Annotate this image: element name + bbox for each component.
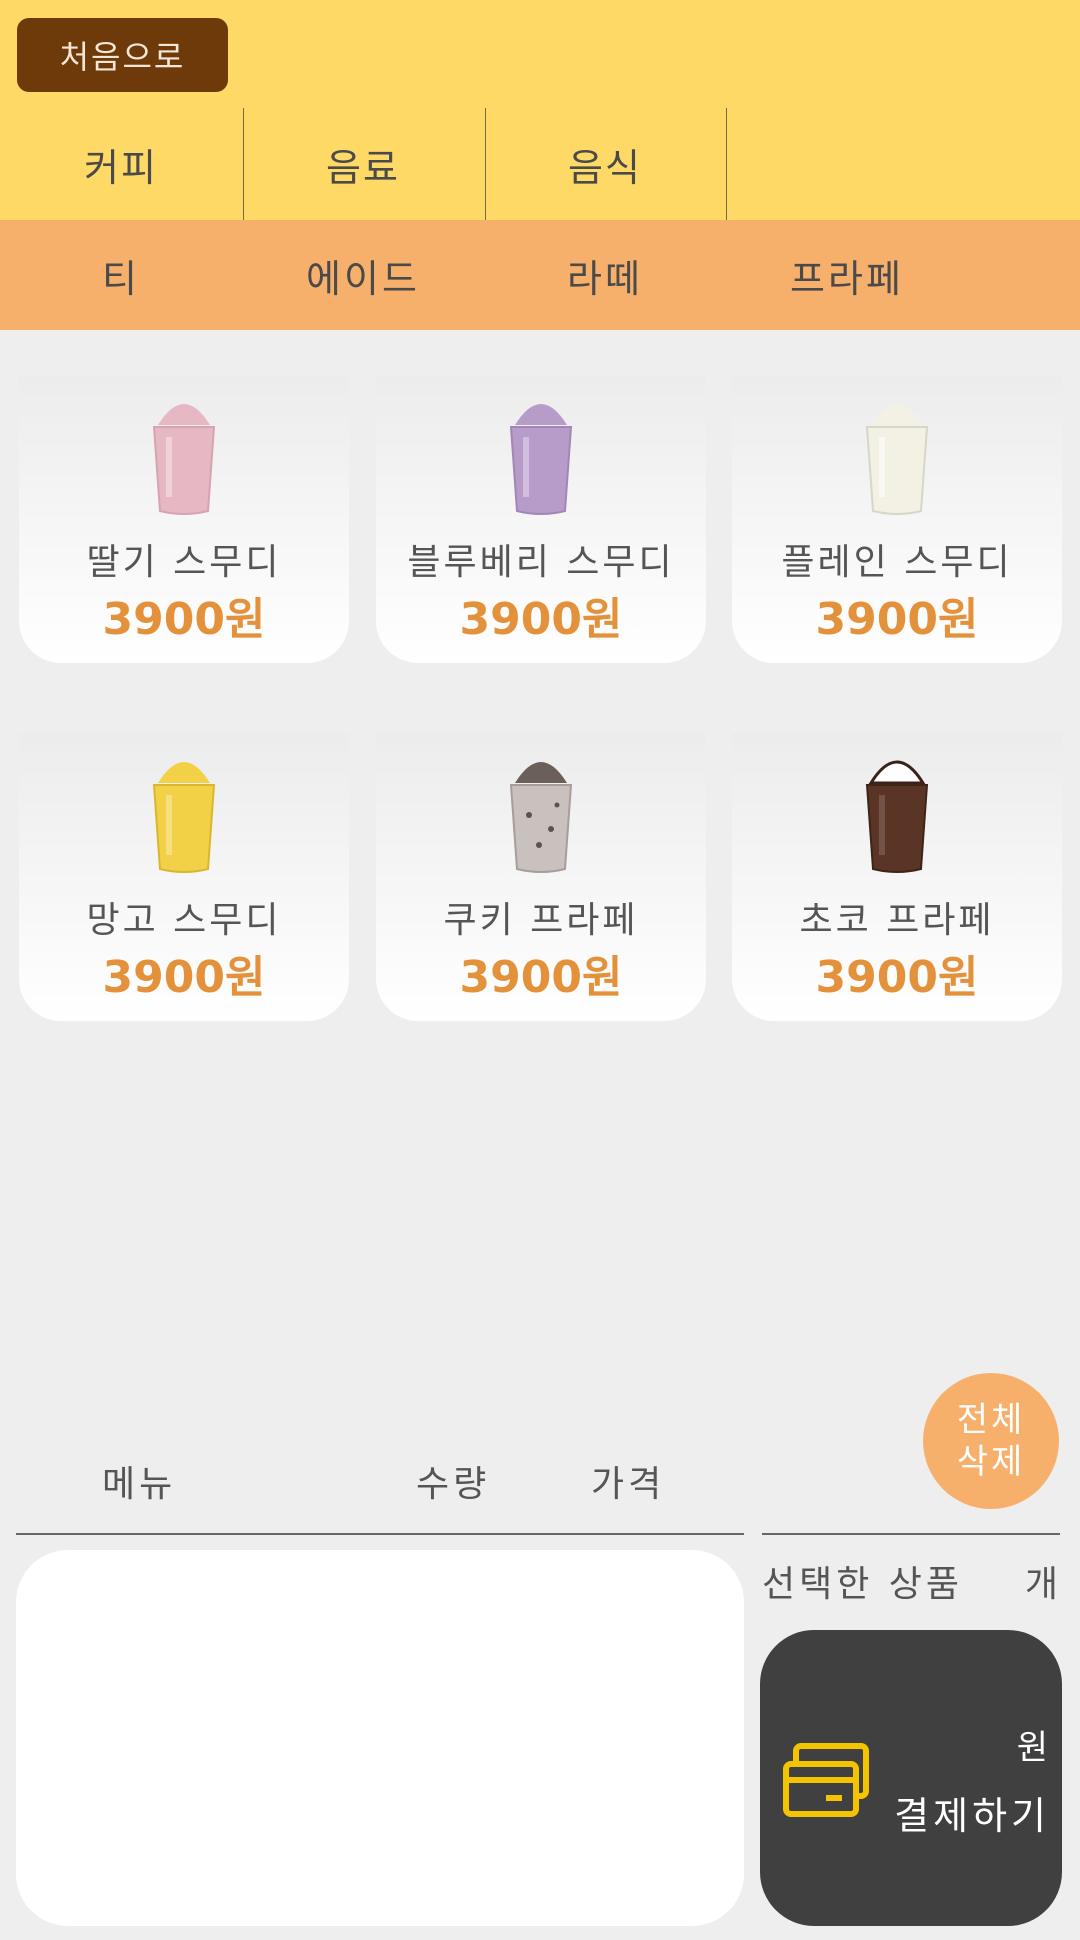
cart-col-menu: 메뉴 bbox=[102, 1464, 177, 1505]
sub-category-tabs: 티 에이드 라떼 프라페 bbox=[0, 220, 1080, 330]
product-card-strawberry-smoothie[interactable]: 딸기 스무디 3900원 bbox=[19, 375, 349, 663]
product-price: 3900원 bbox=[102, 594, 266, 645]
product-card-choco-frappe[interactable]: 초코 프라페 3900원 bbox=[732, 733, 1062, 1021]
cart-item-list[interactable] bbox=[16, 1550, 744, 1926]
pay-button[interactable]: 원 결제하기 bbox=[760, 1630, 1062, 1926]
selected-count: 선택한 상품 개 bbox=[762, 1555, 1062, 1605]
cart-col-quantity: 수량 bbox=[416, 1464, 491, 1505]
pay-total-unit: 원 bbox=[1016, 1728, 1050, 1768]
tab-food[interactable]: 음식 bbox=[484, 108, 726, 220]
plain-smoothie-image bbox=[865, 404, 929, 515]
tab-divider bbox=[485, 108, 486, 220]
blueberry-smoothie-image bbox=[509, 404, 573, 515]
tab-beverage[interactable]: 음료 bbox=[242, 108, 484, 220]
subtab-latte[interactable]: 라떼 bbox=[484, 220, 726, 330]
cart-header: 메뉴 수량 가격 bbox=[16, 1455, 744, 1535]
subtab-tea[interactable]: 티 bbox=[0, 220, 242, 330]
product-card-blueberry-smoothie[interactable]: 블루베리 스무디 3900원 bbox=[376, 375, 706, 663]
choco-frappe-image bbox=[865, 760, 929, 873]
top-bar: 처음으로 커피 음료 음식 bbox=[0, 0, 1080, 220]
tab-divider bbox=[243, 108, 244, 220]
product-card-cookie-frappe[interactable]: 쿠키 프라페 3900원 bbox=[376, 733, 706, 1021]
product-price: 3900원 bbox=[459, 952, 623, 1003]
selected-count-label: 선택한 상품 bbox=[762, 1564, 964, 1605]
home-button[interactable]: 처음으로 bbox=[17, 18, 228, 92]
product-card-mango-smoothie[interactable]: 망고 스무디 3900원 bbox=[19, 733, 349, 1021]
subtab-ade[interactable]: 에이드 bbox=[242, 220, 484, 330]
credit-card-icon bbox=[783, 1743, 869, 1817]
selected-count-unit: 개 bbox=[1024, 1564, 1062, 1605]
cart-col-price: 가격 bbox=[591, 1464, 666, 1505]
product-card-plain-smoothie[interactable]: 플레인 스무디 3900원 bbox=[732, 375, 1062, 663]
product-name: 망고 스무디 bbox=[86, 900, 282, 941]
product-name: 플레인 스무디 bbox=[781, 542, 1013, 583]
product-price: 3900원 bbox=[102, 952, 266, 1003]
product-price: 3900원 bbox=[815, 594, 979, 645]
strawberry-smoothie-image bbox=[152, 404, 216, 515]
cart-header-divider bbox=[16, 1533, 744, 1535]
product-name: 초코 프라페 bbox=[799, 900, 995, 941]
tab-divider bbox=[726, 108, 727, 220]
product-price: 3900원 bbox=[459, 594, 623, 645]
tab-coffee[interactable]: 커피 bbox=[0, 108, 242, 220]
main-category-tabs: 커피 음료 음식 bbox=[0, 108, 1080, 220]
product-name: 블루베리 스무디 bbox=[407, 542, 675, 583]
summary-divider bbox=[762, 1533, 1060, 1535]
pay-button-label: 결제하기 bbox=[894, 1794, 1050, 1838]
mango-smoothie-image bbox=[152, 762, 216, 873]
product-price: 3900원 bbox=[815, 952, 979, 1003]
product-name: 딸기 스무디 bbox=[86, 542, 282, 583]
cookie-frappe-image bbox=[509, 762, 573, 873]
subtab-frappe[interactable]: 프라페 bbox=[726, 220, 968, 330]
product-name: 쿠키 프라페 bbox=[443, 900, 639, 941]
clear-all-label-line2: 삭제 bbox=[956, 1442, 1026, 1482]
clear-all-button[interactable]: 전체 삭제 bbox=[923, 1373, 1059, 1509]
clear-all-label-line1: 전체 bbox=[956, 1400, 1026, 1440]
